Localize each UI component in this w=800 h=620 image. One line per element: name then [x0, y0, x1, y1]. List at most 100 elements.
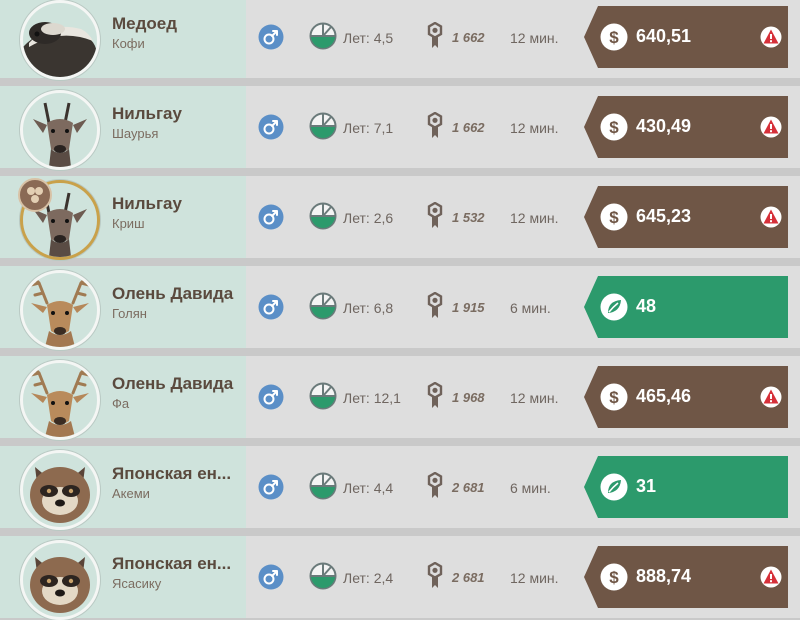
leaf-icon — [600, 293, 628, 321]
habitat-zone-icon — [309, 22, 337, 50]
time-remaining: 12 мин. — [510, 30, 559, 46]
animal-avatar[interactable] — [20, 450, 100, 530]
warning-icon[interactable] — [760, 386, 782, 408]
coin-icon: $ — [600, 383, 628, 411]
animal-age: Лет: 4,4 — [343, 480, 394, 496]
honey-badger-portrait — [23, 22, 97, 77]
animal-species: Медоед — [112, 14, 178, 33]
price-button[interactable]: $ 465,46 — [584, 366, 788, 428]
animal-row[interactable]: Нильгау Криш Лет: 2,6 1 532 12 мин. $ 64… — [0, 176, 800, 260]
animal-species: Олень Давида — [112, 284, 234, 303]
price-button[interactable]: $ 888,74 — [584, 546, 788, 608]
appeal-rank-icon — [427, 472, 443, 498]
habitat-zone-icon — [309, 112, 337, 140]
svg-text:$: $ — [609, 568, 619, 587]
animal-age: Лет: 4,5 — [343, 30, 394, 46]
price-button[interactable]: $ 640,51 — [584, 6, 788, 68]
animal-row[interactable]: Олень Давида Фа Лет: 12,1 1 968 12 мин. … — [0, 356, 800, 440]
coin-icon: $ — [600, 113, 628, 141]
male-gender-icon — [258, 564, 284, 590]
warning-icon[interactable] — [760, 206, 782, 228]
animal-species: Олень Давида — [112, 374, 234, 393]
appeal-score: 1 662 — [452, 120, 485, 135]
habitat-zone-icon — [309, 202, 337, 230]
animal-name: Ясасику — [112, 576, 162, 591]
price-value: 48 — [636, 296, 657, 316]
price-value: 888,74 — [636, 566, 692, 586]
warning-icon[interactable] — [760, 26, 782, 48]
appeal-rank-icon — [427, 562, 443, 588]
animal-avatar[interactable] — [20, 360, 100, 440]
time-remaining: 6 мин. — [510, 480, 551, 496]
price-button[interactable]: $ 430,49 — [584, 96, 788, 158]
appeal-score: 1 915 — [452, 300, 485, 315]
deer-portrait — [29, 365, 91, 437]
appeal-score: 2 681 — [452, 480, 485, 495]
animal-row[interactable]: Нильгау Шаурья Лет: 7,1 1 662 12 мин. $ … — [0, 86, 800, 170]
price-button[interactable]: $ 645,23 — [584, 186, 788, 248]
time-remaining: 12 мин. — [510, 210, 559, 226]
food-button[interactable]: 31 — [584, 456, 788, 518]
price-value: 465,46 — [636, 386, 692, 406]
svg-text:$: $ — [609, 118, 619, 137]
price-value: 640,51 — [636, 26, 692, 46]
animal-name: Криш — [112, 216, 145, 231]
price-value: 645,23 — [636, 206, 692, 226]
habitat-zone-icon — [309, 292, 337, 320]
animal-name: Акеми — [112, 486, 150, 501]
time-remaining: 12 мин. — [510, 390, 559, 406]
animal-list: Медоед Кофи Лет: 4,5 1 662 12 мин. $ 640… — [0, 0, 800, 620]
animal-species: Японская ен... — [112, 464, 232, 483]
price-value: 31 — [636, 476, 657, 496]
appeal-score: 2 681 — [452, 570, 485, 585]
nilgai-portrait — [33, 102, 87, 167]
time-remaining: 12 мин. — [510, 120, 559, 136]
animal-name: Голян — [112, 306, 147, 321]
animal-row[interactable]: Японская ен... Ясасику Лет: 2,4 2 681 12… — [0, 536, 800, 620]
appeal-rank-icon — [427, 22, 443, 48]
male-gender-icon — [258, 24, 284, 50]
coin-icon: $ — [600, 23, 628, 51]
animal-age: Лет: 6,8 — [343, 300, 394, 316]
food-button[interactable]: 48 — [584, 276, 788, 338]
animal-age: Лет: 7,1 — [343, 120, 394, 136]
warning-icon[interactable] — [760, 566, 782, 588]
animal-row[interactable]: Олень Давида Голян Лет: 6,8 1 915 6 мин.… — [0, 266, 800, 350]
male-gender-icon — [258, 474, 284, 500]
animal-species: Нильгау — [112, 104, 182, 123]
coin-icon: $ — [600, 203, 628, 231]
warning-icon[interactable] — [760, 116, 782, 138]
price-value: 430,49 — [636, 116, 692, 136]
animal-avatar[interactable] — [20, 270, 100, 350]
habitat-zone-icon — [309, 382, 337, 410]
animal-age: Лет: 2,6 — [343, 210, 394, 226]
svg-text:$: $ — [609, 388, 619, 407]
male-gender-icon — [258, 384, 284, 410]
appeal-score: 1 532 — [452, 210, 485, 225]
animal-row[interactable]: Японская ен... Акеми Лет: 4,4 2 681 6 ми… — [0, 446, 800, 530]
appeal-score: 1 662 — [452, 30, 485, 45]
svg-text:$: $ — [609, 28, 619, 47]
appeal-rank-icon — [427, 202, 443, 228]
animal-name: Кофи — [112, 36, 145, 51]
appeal-rank-icon — [427, 292, 443, 318]
tag-badge-icon — [18, 178, 52, 212]
appeal-score: 1 968 — [452, 390, 485, 405]
animal-row[interactable]: Медоед Кофи Лет: 4,5 1 662 12 мин. $ 640… — [0, 0, 800, 80]
leaf-icon — [600, 473, 628, 501]
raccoon-dog-portrait — [30, 557, 90, 613]
animal-avatar[interactable] — [20, 0, 100, 80]
animal-avatar[interactable] — [20, 540, 100, 620]
time-remaining: 6 мин. — [510, 300, 551, 316]
animal-name: Шаурья — [112, 126, 159, 141]
male-gender-icon — [258, 294, 284, 320]
animal-age: Лет: 12,1 — [343, 390, 401, 406]
habitat-zone-icon — [309, 562, 337, 590]
svg-text:$: $ — [609, 208, 619, 227]
animal-name: Фа — [112, 396, 130, 411]
animal-age: Лет: 2,4 — [343, 570, 394, 586]
animal-avatar[interactable] — [20, 90, 100, 170]
habitat-zone-icon — [309, 472, 337, 500]
animal-species: Японская ен... — [112, 554, 232, 573]
raccoon-dog-portrait — [30, 467, 90, 523]
